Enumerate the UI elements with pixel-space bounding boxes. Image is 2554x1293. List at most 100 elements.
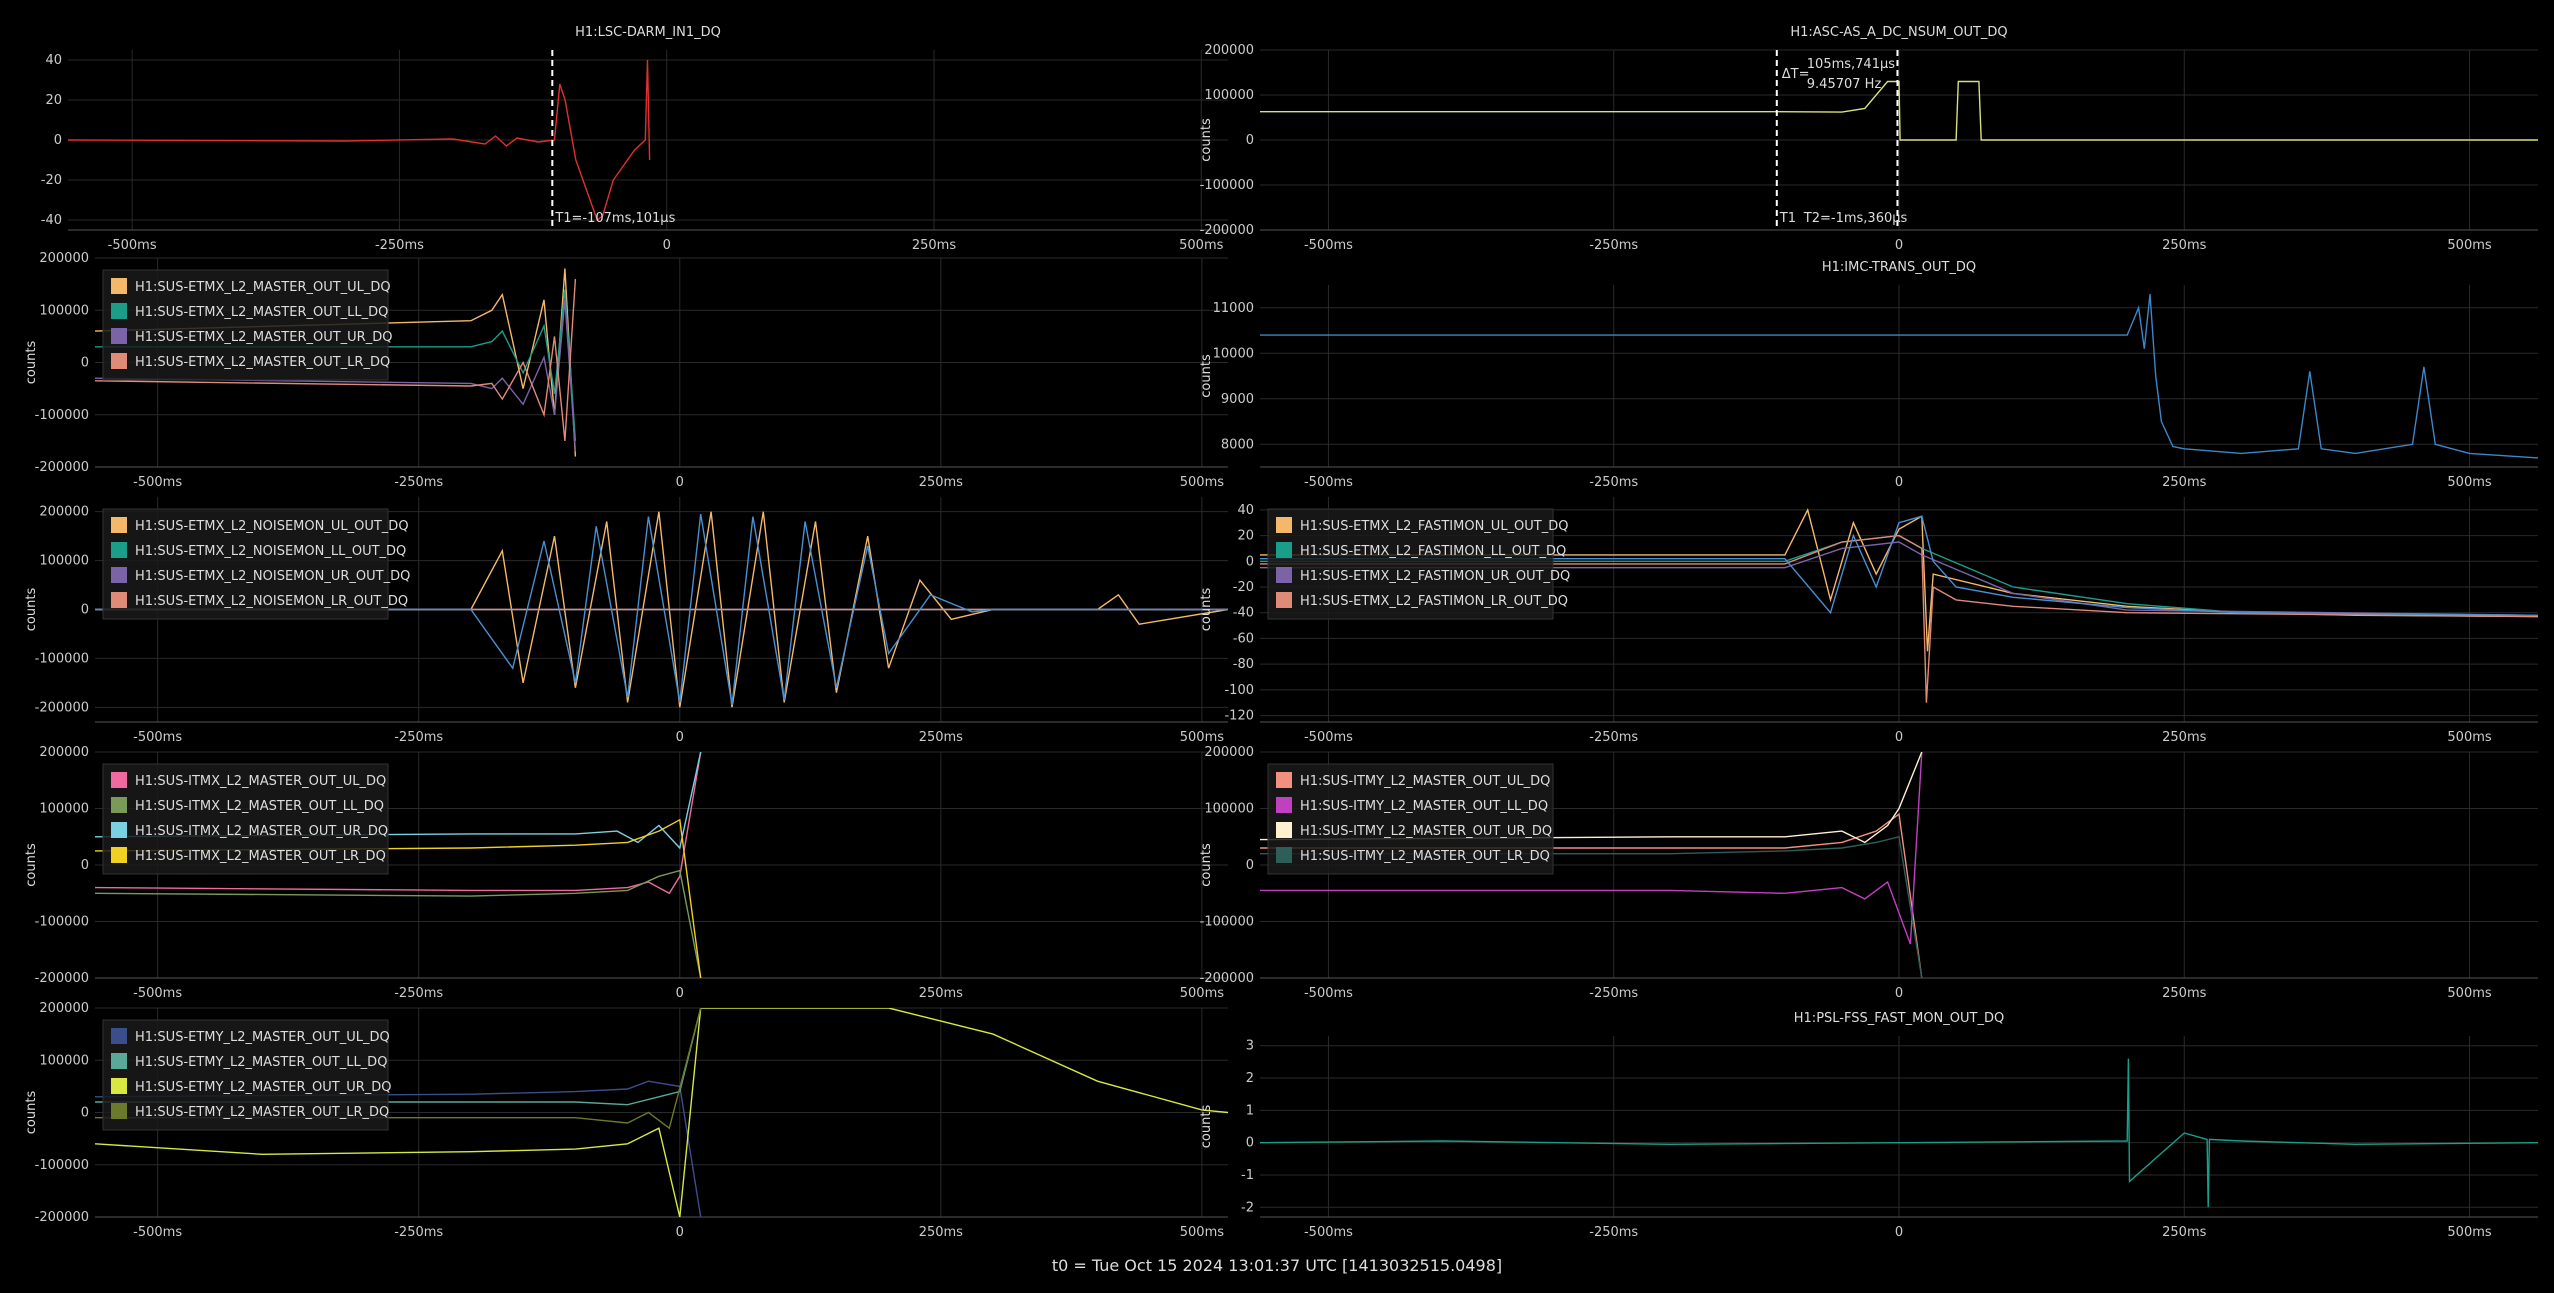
- y-tick-label: 100000: [1204, 88, 1254, 103]
- y-tick-label: -20: [41, 173, 62, 188]
- cursor-label: T1=-107ms,101μs: [554, 211, 675, 226]
- y-tick-label: -2: [1241, 1200, 1254, 1215]
- legend-swatch: [111, 353, 127, 369]
- y-tick-label: 0: [1246, 858, 1254, 873]
- chart-grid: -500ms -250ms 0 250ms 500ms-40-2002040H1:LSC…: [0, 25, 2538, 1240]
- y-axis-label: counts: [24, 843, 39, 887]
- legend-swatch: [111, 328, 127, 344]
- y-tick-label: -20: [1233, 580, 1254, 595]
- y-axis-label: counts (x1e-09): [0, 89, 2, 192]
- footer-time-label: t0 = Tue Oct 15 2024 13:01:37 UTC [14130…: [1051, 1256, 1503, 1275]
- x-tick-label: -250ms: [1589, 1225, 1638, 1240]
- x-tick-label: 500ms: [2447, 1225, 2491, 1240]
- plot-canvas: -500ms -250ms 0 250ms 500ms -40 -20 0 20 40 H1:LSC…: [0, 0, 2554, 1293]
- legend-swatch: [1276, 797, 1292, 813]
- y-axis-label: counts: [1199, 354, 1214, 398]
- y-tick-label: 0: [81, 356, 89, 371]
- y-tick-label: -100000: [1200, 915, 1254, 930]
- legend-swatch: [111, 567, 127, 583]
- legend-swatch: [1276, 592, 1292, 608]
- legend-swatch: [111, 592, 127, 608]
- chart-panel-4: -500ms -250ms 0 250ms 500ms -200000 -100000 0 10…: [24, 497, 1228, 745]
- y-tick-label: 0: [1246, 554, 1254, 569]
- x-tick-label: -250ms: [394, 1225, 443, 1240]
- x-tick-label: 0: [676, 730, 684, 745]
- legend-swatch: [111, 303, 127, 319]
- x-tick-label: 500ms: [1180, 730, 1224, 745]
- legend-swatch: [1276, 772, 1292, 788]
- x-tick-label: -250ms: [394, 986, 443, 1001]
- x-tick-label: 0: [676, 986, 684, 1001]
- legend-swatch: [1276, 517, 1292, 533]
- x-tick-label: -250ms: [1589, 238, 1638, 253]
- x-tick-label: -500ms: [1304, 475, 1353, 490]
- y-tick-label: 200000: [39, 1001, 89, 1016]
- x-tick-label: 500ms: [1180, 1225, 1224, 1240]
- chart-panel-2: -500ms -250ms 0 250ms 500ms -200000 -100000 0 10…: [24, 251, 1228, 490]
- x-tick-label: -500ms: [1304, 238, 1353, 253]
- y-tick-label: -200000: [1200, 971, 1254, 986]
- y-tick-label: 3: [1246, 1039, 1254, 1054]
- y-axis-label: counts: [24, 588, 39, 632]
- x-tick-label: -500ms: [108, 238, 157, 253]
- y-tick-label: 0: [81, 1106, 89, 1121]
- x-tick-label: -250ms: [1589, 730, 1638, 745]
- legend-swatch: [1276, 847, 1292, 863]
- y-tick-label: 200000: [39, 745, 89, 760]
- y-tick-label: 20: [1237, 529, 1254, 544]
- delta-freq: 9.45707 Hz: [1807, 77, 1882, 92]
- y-tick-label: 200000: [39, 251, 89, 266]
- y-tick-label: -200000: [35, 971, 89, 986]
- delta-time: 105ms,741μs: [1807, 57, 1895, 72]
- y-tick-label: -100000: [35, 651, 89, 666]
- y-axis-label: counts: [1199, 118, 1214, 162]
- legend-label: H1:SUS-ETMX_L2_NOISEMON_UR_OUT_DQ: [135, 569, 410, 584]
- y-tick-label: -100000: [35, 1158, 89, 1173]
- chart-panel-1: -500ms -250ms 0 250ms 500ms -200000 -100000 0 10…: [1199, 25, 2538, 253]
- y-tick-label: -40: [1233, 606, 1254, 621]
- y-tick-label: -100000: [1200, 178, 1254, 193]
- y-tick-label: -1: [1241, 1168, 1254, 1183]
- chart-panel-5: -500ms -250ms 0 250ms 500ms -120 -100 -80 -60 -40…: [1199, 497, 2538, 745]
- chart-title: H1:PSL-FSS_FAST_MON_OUT_DQ: [1794, 1011, 2004, 1026]
- x-tick-label: -250ms: [375, 238, 424, 253]
- legend-swatch: [111, 1053, 127, 1069]
- x-tick-label: 250ms: [2162, 730, 2206, 745]
- y-tick-label: 0: [81, 858, 89, 873]
- x-tick-label: -250ms: [394, 475, 443, 490]
- x-tick-label: -250ms: [394, 730, 443, 745]
- y-tick-label: 100000: [39, 802, 89, 817]
- x-tick-label: 250ms: [919, 730, 963, 745]
- x-tick-label: 500ms: [2447, 986, 2491, 1001]
- chart-title: H1:IMC-TRANS_OUT_DQ: [1822, 260, 1976, 275]
- legend-swatch: [111, 517, 127, 533]
- y-tick-label: -60: [1233, 631, 1254, 646]
- legend-swatch: [1276, 542, 1292, 558]
- x-tick-label: 500ms: [1179, 238, 1223, 253]
- x-tick-label: 0: [1895, 1225, 1903, 1240]
- x-tick-label: 500ms: [1180, 475, 1224, 490]
- chart-title: H1:LSC-DARM_IN1_DQ: [575, 25, 721, 40]
- y-tick-label: 100000: [39, 1053, 89, 1068]
- legend-label: H1:SUS-ETMX_L2_MASTER_OUT_UR_DQ: [135, 330, 392, 345]
- x-tick-label: -500ms: [133, 730, 182, 745]
- chart-panel-0: -500ms -250ms 0 250ms 500ms -40 -20 0 20 40 H1:LSC…: [0, 25, 1228, 253]
- legend-label: H1:SUS-ETMY_L2_MASTER_OUT_LL_DQ: [135, 1055, 387, 1070]
- cursor-label: T2=-1ms,360μs: [1803, 211, 1908, 226]
- y-tick-label: 9000: [1221, 392, 1254, 407]
- legend-label: H1:SUS-ETMX_L2_NOISEMON_LL_OUT_DQ: [135, 544, 406, 559]
- y-tick-label: 0: [1246, 133, 1254, 148]
- legend-label: H1:SUS-ETMX_L2_MASTER_OUT_LL_DQ: [135, 305, 388, 320]
- legend-label: H1:SUS-ITMX_L2_MASTER_OUT_LR_DQ: [135, 849, 386, 864]
- legend-swatch: [111, 278, 127, 294]
- x-tick-label: -500ms: [1304, 730, 1353, 745]
- y-tick-label: -200000: [1200, 223, 1254, 238]
- chart-panel-3: -500ms -250ms 0 250ms 500ms 8000 9000 10000 1100…: [1199, 260, 2538, 490]
- x-tick-label: 250ms: [912, 238, 956, 253]
- x-tick-label: 0: [676, 1225, 684, 1240]
- chart-title: H1:ASC-AS_A_DC_NSUM_OUT_DQ: [1790, 25, 2007, 40]
- legend-label: H1:SUS-ITMX_L2_MASTER_OUT_UL_DQ: [135, 774, 386, 789]
- x-tick-label: 250ms: [919, 986, 963, 1001]
- x-tick-label: 250ms: [919, 475, 963, 490]
- y-tick-label: -100000: [35, 408, 89, 423]
